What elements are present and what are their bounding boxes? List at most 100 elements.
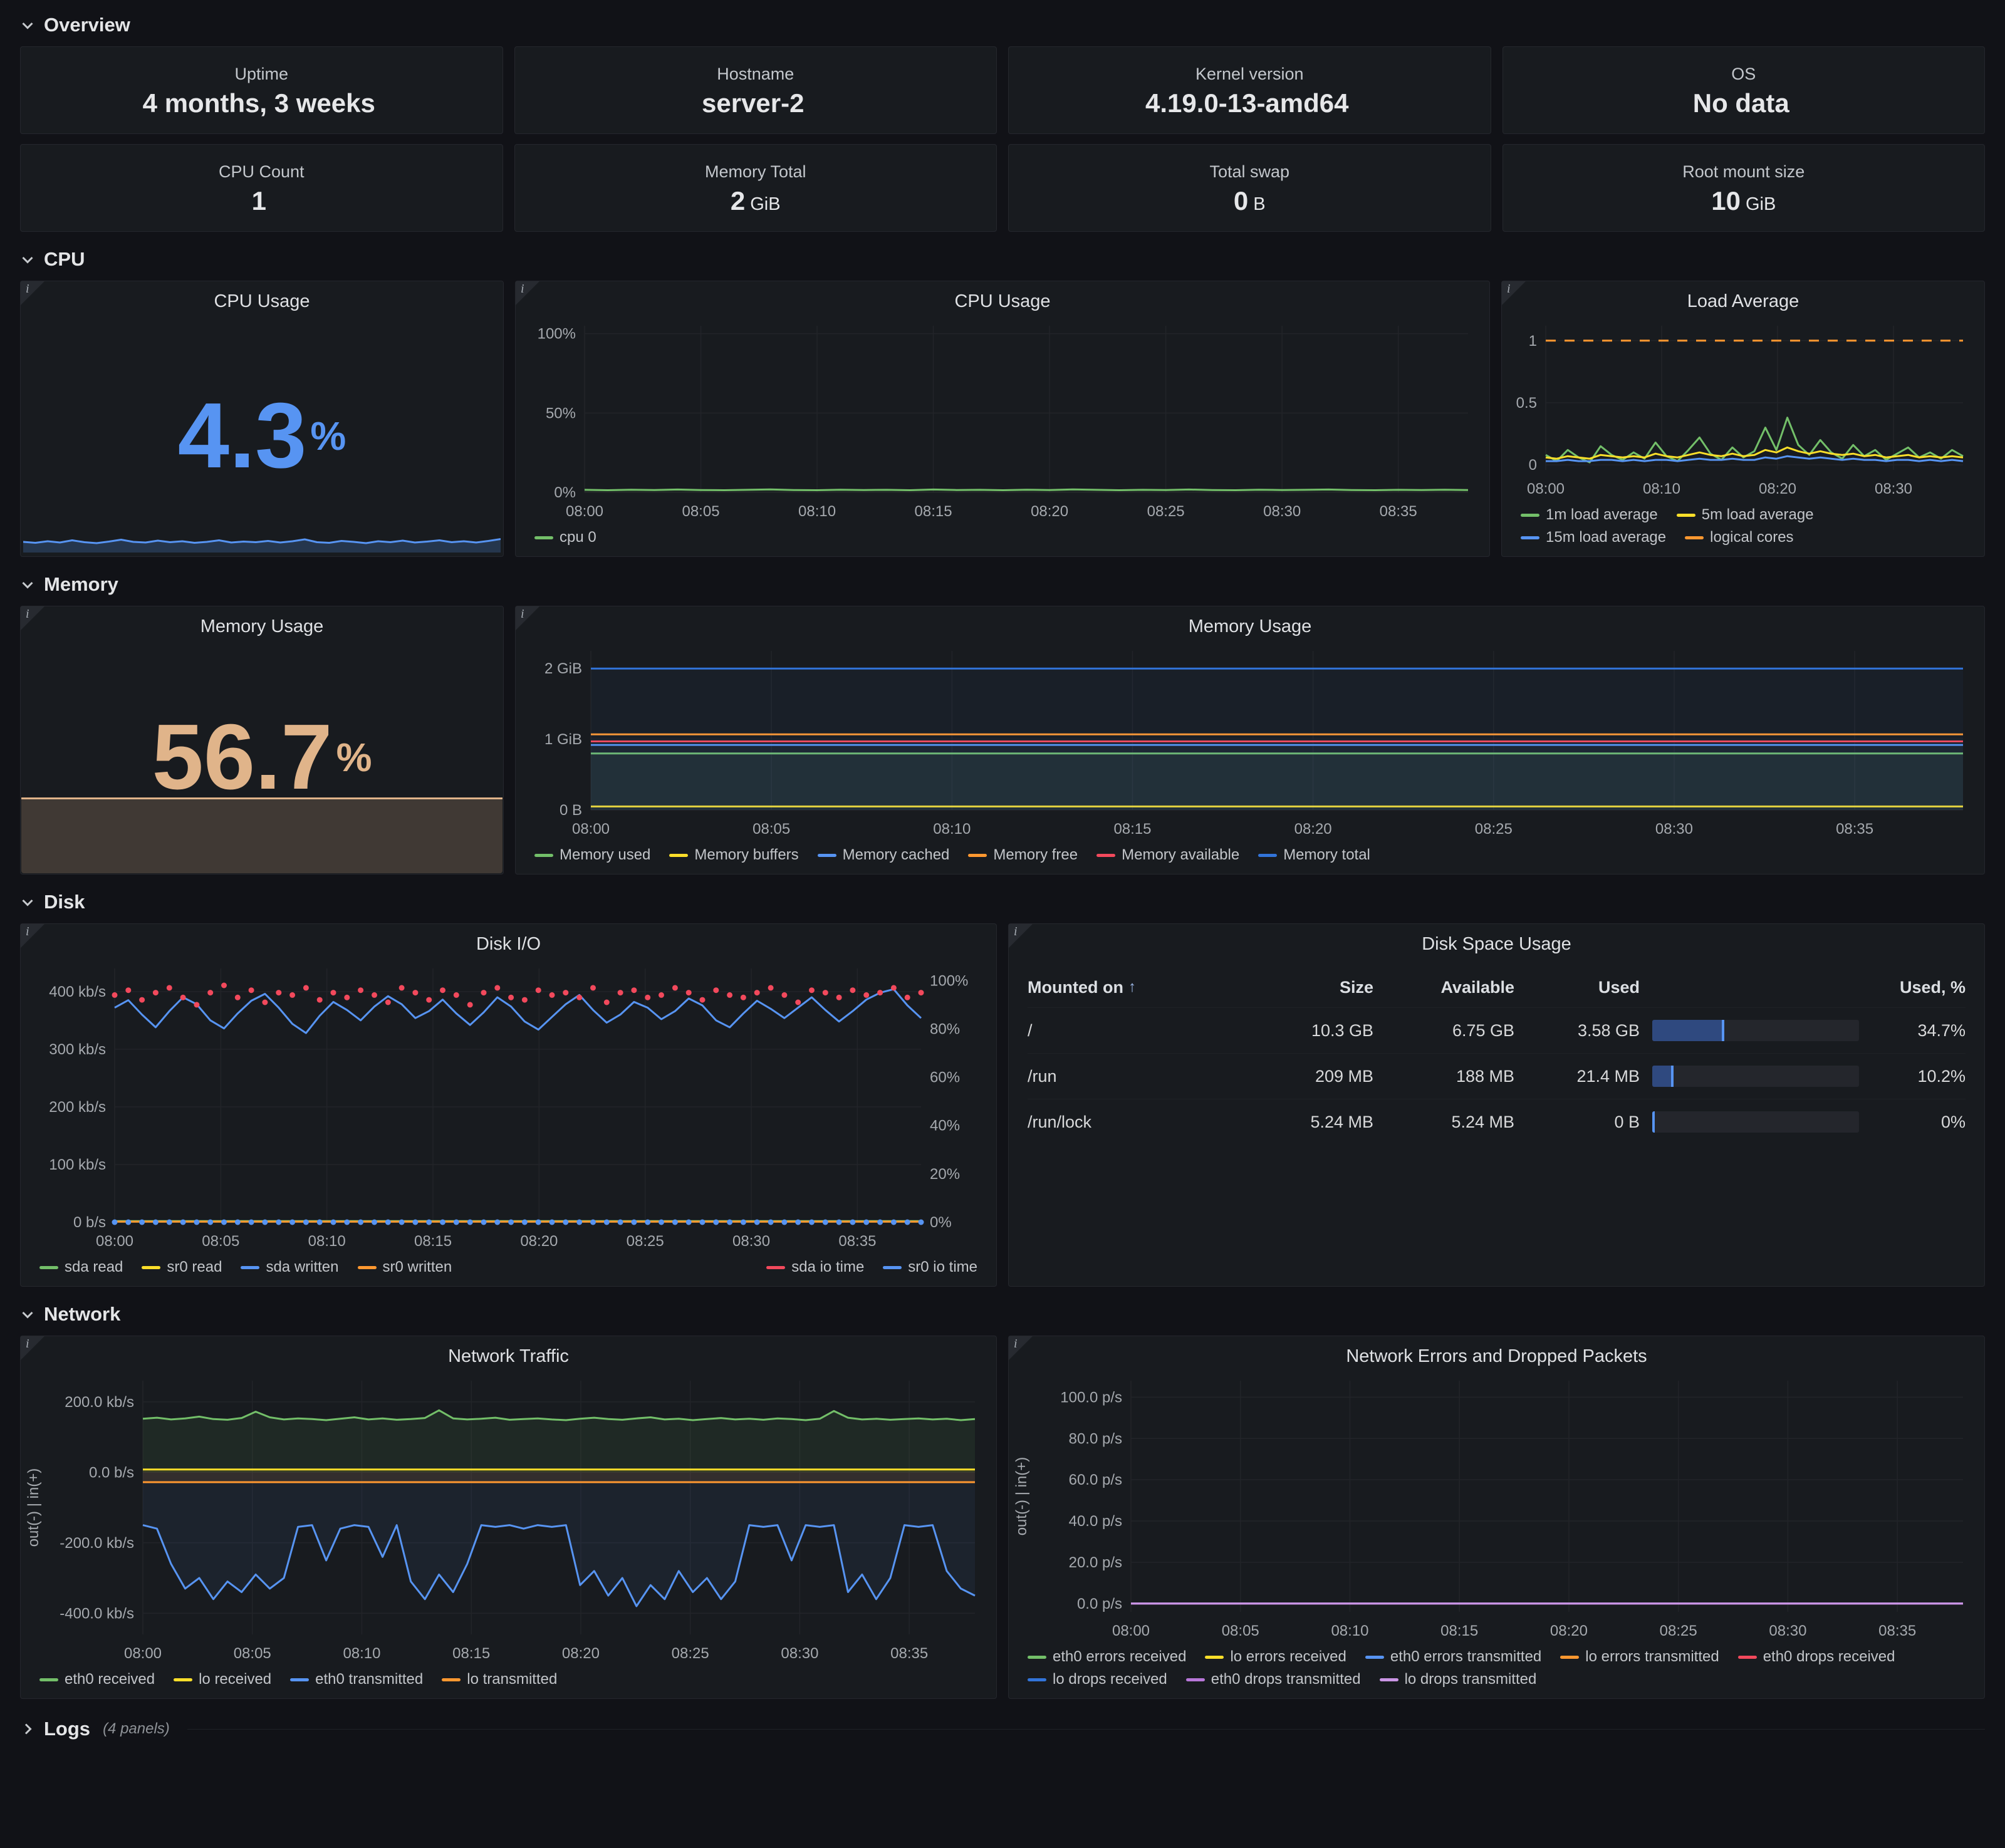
- row-header-cpu[interactable]: CPU: [20, 248, 1985, 271]
- legend-item[interactable]: eth0 errors received: [1028, 1648, 1186, 1666]
- network-traffic-plot[interactable]: -400.0 kb/s-200.0 kb/s0.0 b/s200.0 kb/s0…: [21, 1371, 996, 1667]
- legend-item[interactable]: lo received: [174, 1671, 271, 1688]
- legend-item[interactable]: Memory available: [1096, 846, 1239, 864]
- svg-text:08:35: 08:35: [838, 1233, 876, 1250]
- column-header-used[interactable]: Used: [1527, 978, 1640, 997]
- svg-text:0.0 b/s: 0.0 b/s: [89, 1464, 134, 1481]
- legend-item[interactable]: eth0 drops transmitted: [1186, 1671, 1361, 1688]
- cpu-usage-plot[interactable]: 0%50%100%08:0008:0508:1008:1508:2008:250…: [516, 316, 1489, 525]
- legend-item[interactable]: lo transmitted: [442, 1671, 557, 1688]
- panel-title: Disk Space Usage: [1009, 924, 1984, 958]
- svg-text:50%: 50%: [546, 405, 576, 422]
- panel-title: Disk I/O: [21, 924, 996, 958]
- svg-text:-200.0 kb/s: -200.0 kb/s: [60, 1535, 134, 1552]
- chevron-down-icon: [20, 252, 35, 267]
- row-header-overview[interactable]: Overview: [20, 14, 1985, 36]
- disk-io-plot[interactable]: 0 b/s100 kb/s200 kb/s300 kb/s400 kb/s0%2…: [21, 958, 996, 1255]
- column-header-used-pct[interactable]: Used, %: [1872, 978, 1966, 997]
- stat-title: OS: [1731, 65, 1756, 84]
- legend-item[interactable]: lo drops transmitted: [1380, 1671, 1537, 1688]
- panel-cpu-usage-stat: i CPU Usage 4.3 %: [20, 281, 504, 557]
- table-row: / 10.3 GB 6.75 GB 3.58 GB 34.7%: [1028, 1007, 1966, 1053]
- legend-item[interactable]: Memory free: [968, 846, 1078, 864]
- panel-cpu-usage-chart: i CPU Usage 0%50%100%08:0008:0508:1008:1…: [515, 281, 1490, 557]
- svg-text:300 kb/s: 300 kb/s: [49, 1041, 106, 1058]
- svg-text:08:35: 08:35: [890, 1645, 928, 1662]
- svg-text:0.0 p/s: 0.0 p/s: [1077, 1596, 1122, 1612]
- row-header-disk[interactable]: Disk: [20, 891, 1985, 913]
- cell-size: 209 MB: [1248, 1067, 1373, 1086]
- stat-total-swap: Total swap 0B: [1008, 144, 1491, 232]
- legend-item[interactable]: cpu 0: [534, 529, 596, 546]
- legend-item[interactable]: sr0 read: [142, 1259, 222, 1276]
- panel-title: Memory Usage: [194, 606, 330, 641]
- legend-item[interactable]: eth0 received: [39, 1671, 155, 1688]
- stat-title: Root mount size: [1682, 162, 1804, 182]
- column-header-size[interactable]: Size: [1248, 978, 1373, 997]
- legend-item[interactable]: lo errors received: [1205, 1648, 1346, 1666]
- row-title-network: Network: [44, 1303, 120, 1326]
- row-title-disk: Disk: [44, 891, 85, 913]
- legend-item[interactable]: Memory cached: [818, 846, 950, 864]
- legend-item[interactable]: sr0 io time: [883, 1259, 977, 1276]
- legend-item[interactable]: Memory buffers: [669, 846, 798, 864]
- legend-item[interactable]: sda read: [39, 1259, 123, 1276]
- cell-used: 0 B: [1527, 1113, 1640, 1132]
- legend-item[interactable]: eth0 drops received: [1738, 1648, 1895, 1666]
- legend-item[interactable]: eth0 errors transmitted: [1365, 1648, 1541, 1666]
- chart-legend: 1m load average 5m load average 15m load a…: [1502, 502, 1984, 556]
- column-header-available[interactable]: Available: [1386, 978, 1514, 997]
- svg-text:08:30: 08:30: [1655, 821, 1693, 838]
- panel-info-icon[interactable]: i: [21, 281, 44, 305]
- stat-value: 4.19.0-13-amd64: [1145, 90, 1354, 117]
- stat-value: 0B: [1234, 188, 1266, 214]
- legend-item[interactable]: lo errors transmitted: [1560, 1648, 1719, 1666]
- svg-text:100%: 100%: [538, 326, 576, 343]
- legend-item[interactable]: Memory used: [534, 846, 650, 864]
- svg-text:08:00: 08:00: [572, 821, 610, 838]
- svg-text:08:20: 08:20: [520, 1233, 558, 1250]
- svg-text:08:10: 08:10: [308, 1233, 346, 1250]
- load-average-plot[interactable]: 00.5108:0008:1008:2008:30: [1502, 316, 1984, 502]
- legend-item[interactable]: 15m load average: [1521, 529, 1666, 546]
- legend-item[interactable]: Memory total: [1258, 846, 1370, 864]
- legend-item[interactable]: sda io time: [766, 1259, 864, 1276]
- memory-usage-plot[interactable]: 0 B1 GiB2 GiB08:0008:0508:1008:1508:2008…: [516, 641, 1984, 843]
- svg-text:08:15: 08:15: [915, 503, 952, 520]
- svg-text:08:05: 08:05: [682, 503, 719, 520]
- legend-item[interactable]: eth0 transmitted: [290, 1671, 423, 1688]
- network-errors-plot[interactable]: 0.0 p/s20.0 p/s40.0 p/s60.0 p/s80.0 p/s1…: [1009, 1371, 1984, 1644]
- chart-legend: eth0 received lo received eth0 transmitted…: [21, 1667, 996, 1698]
- svg-text:1: 1: [1529, 333, 1537, 350]
- legend-item[interactable]: sda written: [241, 1259, 338, 1276]
- panel-title: Memory Usage: [516, 606, 1984, 641]
- stat-hostname: Hostname server-2: [514, 46, 997, 134]
- stat-cpu-count: CPU Count 1: [20, 144, 503, 232]
- svg-text:08:25: 08:25: [1147, 503, 1185, 520]
- legend-item[interactable]: sr0 written: [358, 1259, 452, 1276]
- chart-legend: sda read sr0 read sda written sr0 written sd…: [21, 1255, 996, 1286]
- column-header-mounted-on[interactable]: Mounted on↑: [1028, 978, 1236, 997]
- panel-info-icon[interactable]: i: [21, 606, 44, 630]
- svg-text:08:15: 08:15: [414, 1233, 452, 1250]
- legend-item[interactable]: lo drops received: [1028, 1671, 1167, 1688]
- svg-text:08:25: 08:25: [627, 1233, 664, 1250]
- legend-item[interactable]: 5m load average: [1677, 506, 1814, 524]
- stat-kernel-version: Kernel version 4.19.0-13-amd64: [1008, 46, 1491, 134]
- svg-text:08:30: 08:30: [1769, 1622, 1806, 1639]
- row-header-memory[interactable]: Memory: [20, 573, 1985, 596]
- row-header-logs[interactable]: Logs (4 panels): [20, 1718, 1985, 1740]
- row-header-network[interactable]: Network: [20, 1303, 1985, 1326]
- svg-text:08:20: 08:20: [562, 1645, 600, 1662]
- overview-stats-grid: Uptime 4 months, 3 weeks Hostname server…: [20, 46, 1985, 232]
- legend-item[interactable]: 1m load average: [1521, 506, 1658, 524]
- stat-title: Total swap: [1209, 162, 1289, 182]
- legend-item[interactable]: logical cores: [1685, 529, 1793, 546]
- cell-size: 5.24 MB: [1248, 1113, 1373, 1132]
- svg-text:0 b/s: 0 b/s: [73, 1214, 106, 1231]
- svg-text:08:30: 08:30: [1875, 480, 1912, 497]
- panel-title: Network Traffic: [21, 1336, 996, 1371]
- row-title-cpu: CPU: [44, 248, 85, 271]
- svg-text:08:00: 08:00: [96, 1233, 133, 1250]
- svg-text:08:25: 08:25: [1475, 821, 1513, 838]
